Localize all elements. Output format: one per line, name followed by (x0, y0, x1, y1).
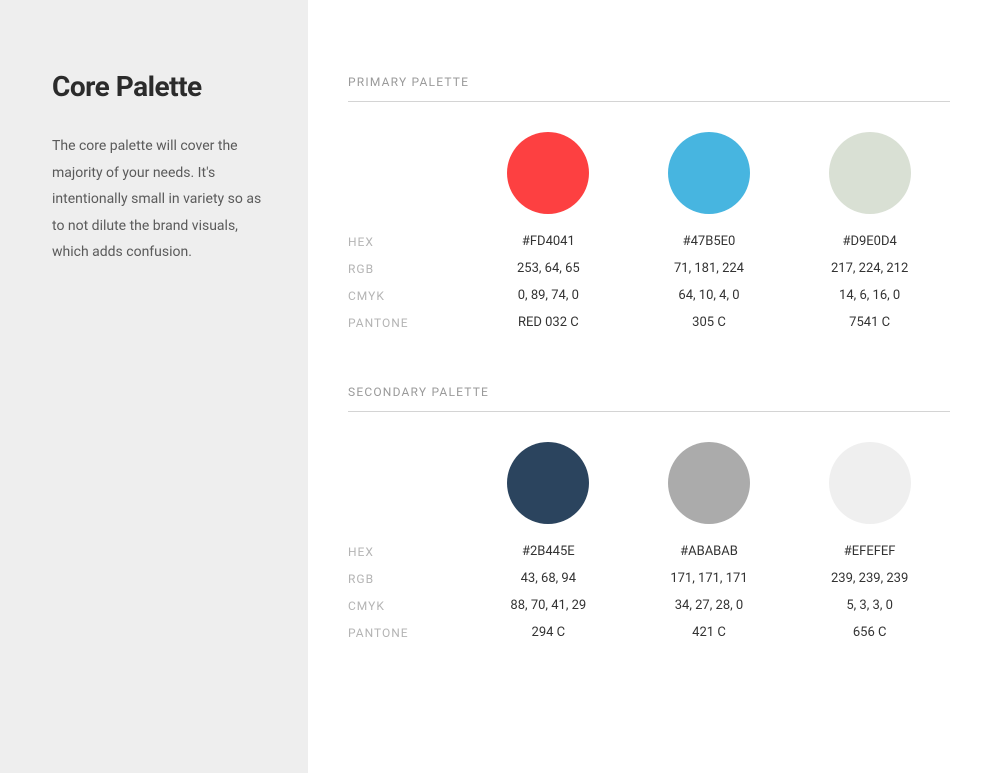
color-swatch-3 (829, 132, 911, 214)
spec-value: 239, 239, 239 (790, 571, 950, 586)
color-swatch-5 (668, 442, 750, 524)
color-swatch-2 (668, 132, 750, 214)
spec-row-cmyk: CMYK 0, 89, 74, 0 64, 10, 4, 0 14, 6, 16… (348, 288, 950, 303)
swatch-row (348, 132, 950, 214)
swatch (468, 442, 628, 524)
secondary-palette-section: SECONDARY PALETTE HEX #2B445E #ABABAB (348, 385, 950, 640)
spec-value: #47B5E0 (629, 234, 789, 249)
spec-value: 5, 3, 3, 0 (790, 598, 950, 613)
color-swatch-4 (507, 442, 589, 524)
spec-value: 64, 10, 4, 0 (629, 288, 789, 303)
swatch-row (348, 442, 950, 524)
spec-value: 43, 68, 94 (468, 571, 628, 586)
primary-palette-header: PRIMARY PALETTE (348, 75, 950, 89)
swatch (629, 442, 789, 524)
spec-row-rgb: RGB 253, 64, 65 71, 181, 224 217, 224, 2… (348, 261, 950, 276)
spec-row-hex: HEX #FD4041 #47B5E0 #D9E0D4 (348, 234, 950, 249)
spec-value: 217, 224, 212 (790, 261, 950, 276)
swatch (468, 132, 628, 214)
spec-value: 305 C (629, 315, 789, 330)
spec-value: #2B445E (468, 544, 628, 559)
page-title: Core Palette (52, 70, 268, 103)
spec-label-cmyk: CMYK (348, 599, 468, 613)
spec-label-pantone: PANTONE (348, 626, 468, 640)
spec-row-hex: HEX #2B445E #ABABAB #EFEFEF (348, 544, 950, 559)
spec-value: 14, 6, 16, 0 (790, 288, 950, 303)
spec-row-rgb: RGB 43, 68, 94 171, 171, 171 239, 239, 2… (348, 571, 950, 586)
spec-value: #EFEFEF (790, 544, 950, 559)
spec-value: RED 032 C (468, 315, 628, 330)
spec-value: 171, 171, 171 (629, 571, 789, 586)
spec-value: 421 C (629, 625, 789, 640)
spec-value: 88, 70, 41, 29 (468, 598, 628, 613)
spec-value: 34, 27, 28, 0 (629, 598, 789, 613)
sidebar: Core Palette The core palette will cover… (0, 0, 308, 773)
spec-row-cmyk: CMYK 88, 70, 41, 29 34, 27, 28, 0 5, 3, … (348, 598, 950, 613)
spec-label-cmyk: CMYK (348, 289, 468, 303)
spec-row-pantone: PANTONE 294 C 421 C 656 C (348, 625, 950, 640)
swatch (790, 132, 950, 214)
spec-value: #FD4041 (468, 234, 628, 249)
spec-label-rgb: RGB (348, 262, 468, 276)
spec-value: #ABABAB (629, 544, 789, 559)
swatch (790, 442, 950, 524)
spec-label-pantone: PANTONE (348, 316, 468, 330)
primary-palette-section: PRIMARY PALETTE HEX #FD4041 #47B5E0 (348, 75, 950, 330)
spec-value: 7541 C (790, 315, 950, 330)
spec-value: 294 C (468, 625, 628, 640)
spec-value: #D9E0D4 (790, 234, 950, 249)
divider (348, 411, 950, 412)
color-swatch-1 (507, 132, 589, 214)
spec-row-pantone: PANTONE RED 032 C 305 C 7541 C (348, 315, 950, 330)
spec-value: 0, 89, 74, 0 (468, 288, 628, 303)
color-swatch-6 (829, 442, 911, 524)
spec-value: 71, 181, 224 (629, 261, 789, 276)
spec-label-hex: HEX (348, 545, 468, 559)
page-description: The core palette will cover the majority… (52, 133, 268, 266)
spec-label-rgb: RGB (348, 572, 468, 586)
divider (348, 101, 950, 102)
spec-value: 656 C (790, 625, 950, 640)
swatch (629, 132, 789, 214)
spec-label-hex: HEX (348, 235, 468, 249)
spec-value: 253, 64, 65 (468, 261, 628, 276)
secondary-palette-header: SECONDARY PALETTE (348, 385, 950, 399)
main-content: PRIMARY PALETTE HEX #FD4041 #47B5E0 (308, 0, 1000, 773)
